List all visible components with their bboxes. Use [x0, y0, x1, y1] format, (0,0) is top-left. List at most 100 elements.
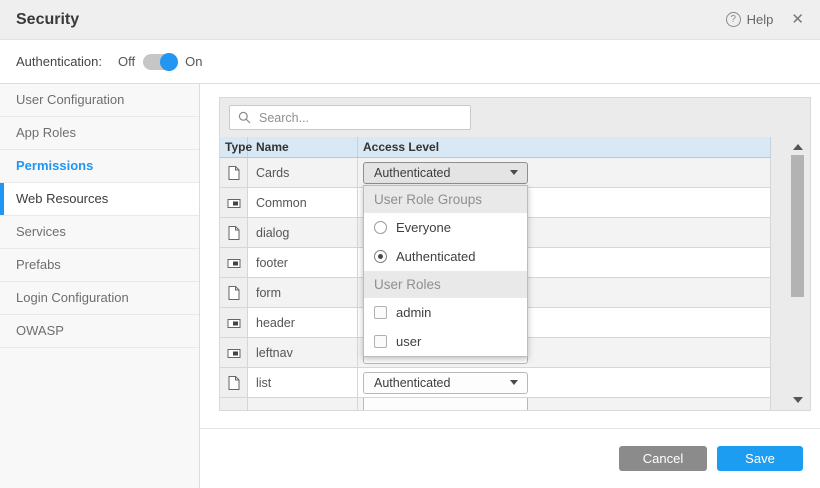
name-cell: list	[248, 368, 358, 397]
access-level-select	[363, 398, 528, 410]
option-label: user	[396, 334, 421, 349]
type-cell	[220, 308, 248, 337]
main-panel: Type Name Access Level Cards Authenticat…	[200, 84, 820, 488]
table-row[interactable]: Cards Authenticated	[220, 158, 771, 188]
sidebar-item-permissions[interactable]: Permissions	[0, 150, 199, 183]
search-input[interactable]	[257, 110, 462, 126]
authentication-label: Authentication:	[16, 54, 102, 69]
radio-icon	[374, 221, 387, 234]
partial-icon	[227, 196, 241, 210]
type-cell	[220, 188, 248, 217]
partial-icon	[227, 256, 241, 270]
select-value: Authenticated	[374, 376, 450, 390]
dropdown-option-authenticated[interactable]: Authenticated	[364, 242, 527, 271]
access-level-select[interactable]: Authenticated	[363, 162, 528, 184]
partial-icon	[227, 346, 241, 360]
dropdown-option-admin[interactable]: admin	[364, 298, 527, 327]
save-button[interactable]: Save	[717, 446, 803, 471]
type-cell	[220, 218, 248, 247]
chevron-down-icon	[510, 380, 518, 385]
access-level-dropdown-panel: User Role Groups Everyone Authenticated …	[363, 185, 528, 357]
name-cell: header	[248, 308, 358, 337]
table-scrollbar[interactable]	[790, 137, 806, 410]
dropdown-option-user[interactable]: user	[364, 327, 527, 356]
access-cell	[358, 398, 771, 410]
sidebar-item-login-configuration[interactable]: Login Configuration	[0, 282, 199, 315]
scroll-down-icon[interactable]	[793, 397, 803, 403]
sidebar-item-label: Web Resources	[16, 191, 108, 206]
sidebar-item-label: Services	[16, 224, 66, 239]
grid-toolbar	[220, 98, 810, 137]
type-cell	[220, 338, 248, 367]
name-cell: Cards	[248, 158, 358, 187]
name-cell: leftnav	[248, 338, 358, 367]
type-cell	[220, 278, 248, 307]
help-icon: ?	[726, 12, 741, 27]
column-header-name: Name	[248, 137, 358, 157]
page-icon	[228, 166, 240, 180]
authentication-toggle[interactable]	[143, 54, 177, 70]
title-bar: Security ? Help ✕	[0, 0, 820, 40]
toggle-on-label: On	[185, 54, 202, 69]
toggle-knob	[160, 53, 178, 71]
dropdown-option-everyone[interactable]: Everyone	[364, 213, 527, 242]
checkbox-icon	[374, 306, 387, 319]
table-row-partial	[220, 398, 771, 410]
name-cell: footer	[248, 248, 358, 277]
cancel-button[interactable]: Cancel	[619, 446, 707, 471]
sidebar-item-app-roles[interactable]: App Roles	[0, 117, 199, 150]
page-title: Security	[16, 11, 79, 29]
type-cell	[220, 248, 248, 277]
page-icon	[228, 286, 240, 300]
table-header-row: Type Name Access Level	[220, 137, 771, 158]
dropdown-group-header: User Roles	[364, 271, 527, 298]
sidebar-item-label: OWASP	[16, 323, 64, 338]
sidebar-item-label: User Configuration	[16, 92, 124, 107]
sidebar-item-user-configuration[interactable]: User Configuration	[0, 84, 199, 117]
table-row[interactable]: list Authenticated	[220, 368, 771, 398]
name-cell: Common	[248, 188, 358, 217]
help-label: Help	[747, 12, 774, 27]
help-button[interactable]: ? Help	[726, 12, 774, 27]
option-label: admin	[396, 305, 431, 320]
name-cell	[248, 398, 358, 410]
sidebar-item-label: Permissions	[16, 158, 93, 173]
access-cell: Authenticated	[358, 368, 771, 397]
name-cell: dialog	[248, 218, 358, 247]
dropdown-group-header: User Role Groups	[364, 186, 527, 213]
select-value: Authenticated	[374, 166, 450, 180]
sidebar-item-web-resources[interactable]: Web Resources	[0, 183, 199, 216]
sidebar-item-services[interactable]: Services	[0, 216, 199, 249]
sidebar: User Configuration App Roles Permissions…	[0, 84, 200, 488]
grid-body: Type Name Access Level Cards Authenticat…	[220, 137, 810, 410]
web-resources-grid: Type Name Access Level Cards Authenticat…	[219, 97, 811, 411]
name-cell: form	[248, 278, 358, 307]
partial-icon	[227, 316, 241, 330]
search-icon	[238, 111, 251, 124]
sidebar-item-owasp[interactable]: OWASP	[0, 315, 199, 348]
option-label: Authenticated	[396, 249, 476, 264]
scrollbar-thumb[interactable]	[791, 155, 804, 297]
sidebar-item-label: App Roles	[16, 125, 76, 140]
type-cell	[220, 368, 248, 397]
access-level-select[interactable]: Authenticated	[363, 372, 528, 394]
authentication-row: Authentication: Off On	[0, 40, 820, 84]
checkbox-icon	[374, 335, 387, 348]
title-bar-actions: ? Help ✕	[726, 12, 804, 27]
type-cell	[220, 398, 248, 410]
security-dialog: Security ? Help ✕ Authentication: Off On…	[0, 0, 820, 488]
page-icon	[228, 226, 240, 240]
option-label: Everyone	[396, 220, 451, 235]
close-icon[interactable]: ✕	[791, 12, 804, 27]
column-header-access-level: Access Level	[358, 137, 771, 157]
column-header-type: Type	[220, 137, 248, 157]
sidebar-item-prefabs[interactable]: Prefabs	[0, 249, 199, 282]
scroll-up-icon[interactable]	[793, 144, 803, 150]
type-cell	[220, 158, 248, 187]
page-icon	[228, 376, 240, 390]
radio-selected-icon	[374, 250, 387, 263]
search-box	[229, 105, 471, 130]
sidebar-item-label: Prefabs	[16, 257, 61, 272]
sidebar-item-label: Login Configuration	[16, 290, 129, 305]
dialog-footer: Cancel Save	[200, 428, 820, 488]
